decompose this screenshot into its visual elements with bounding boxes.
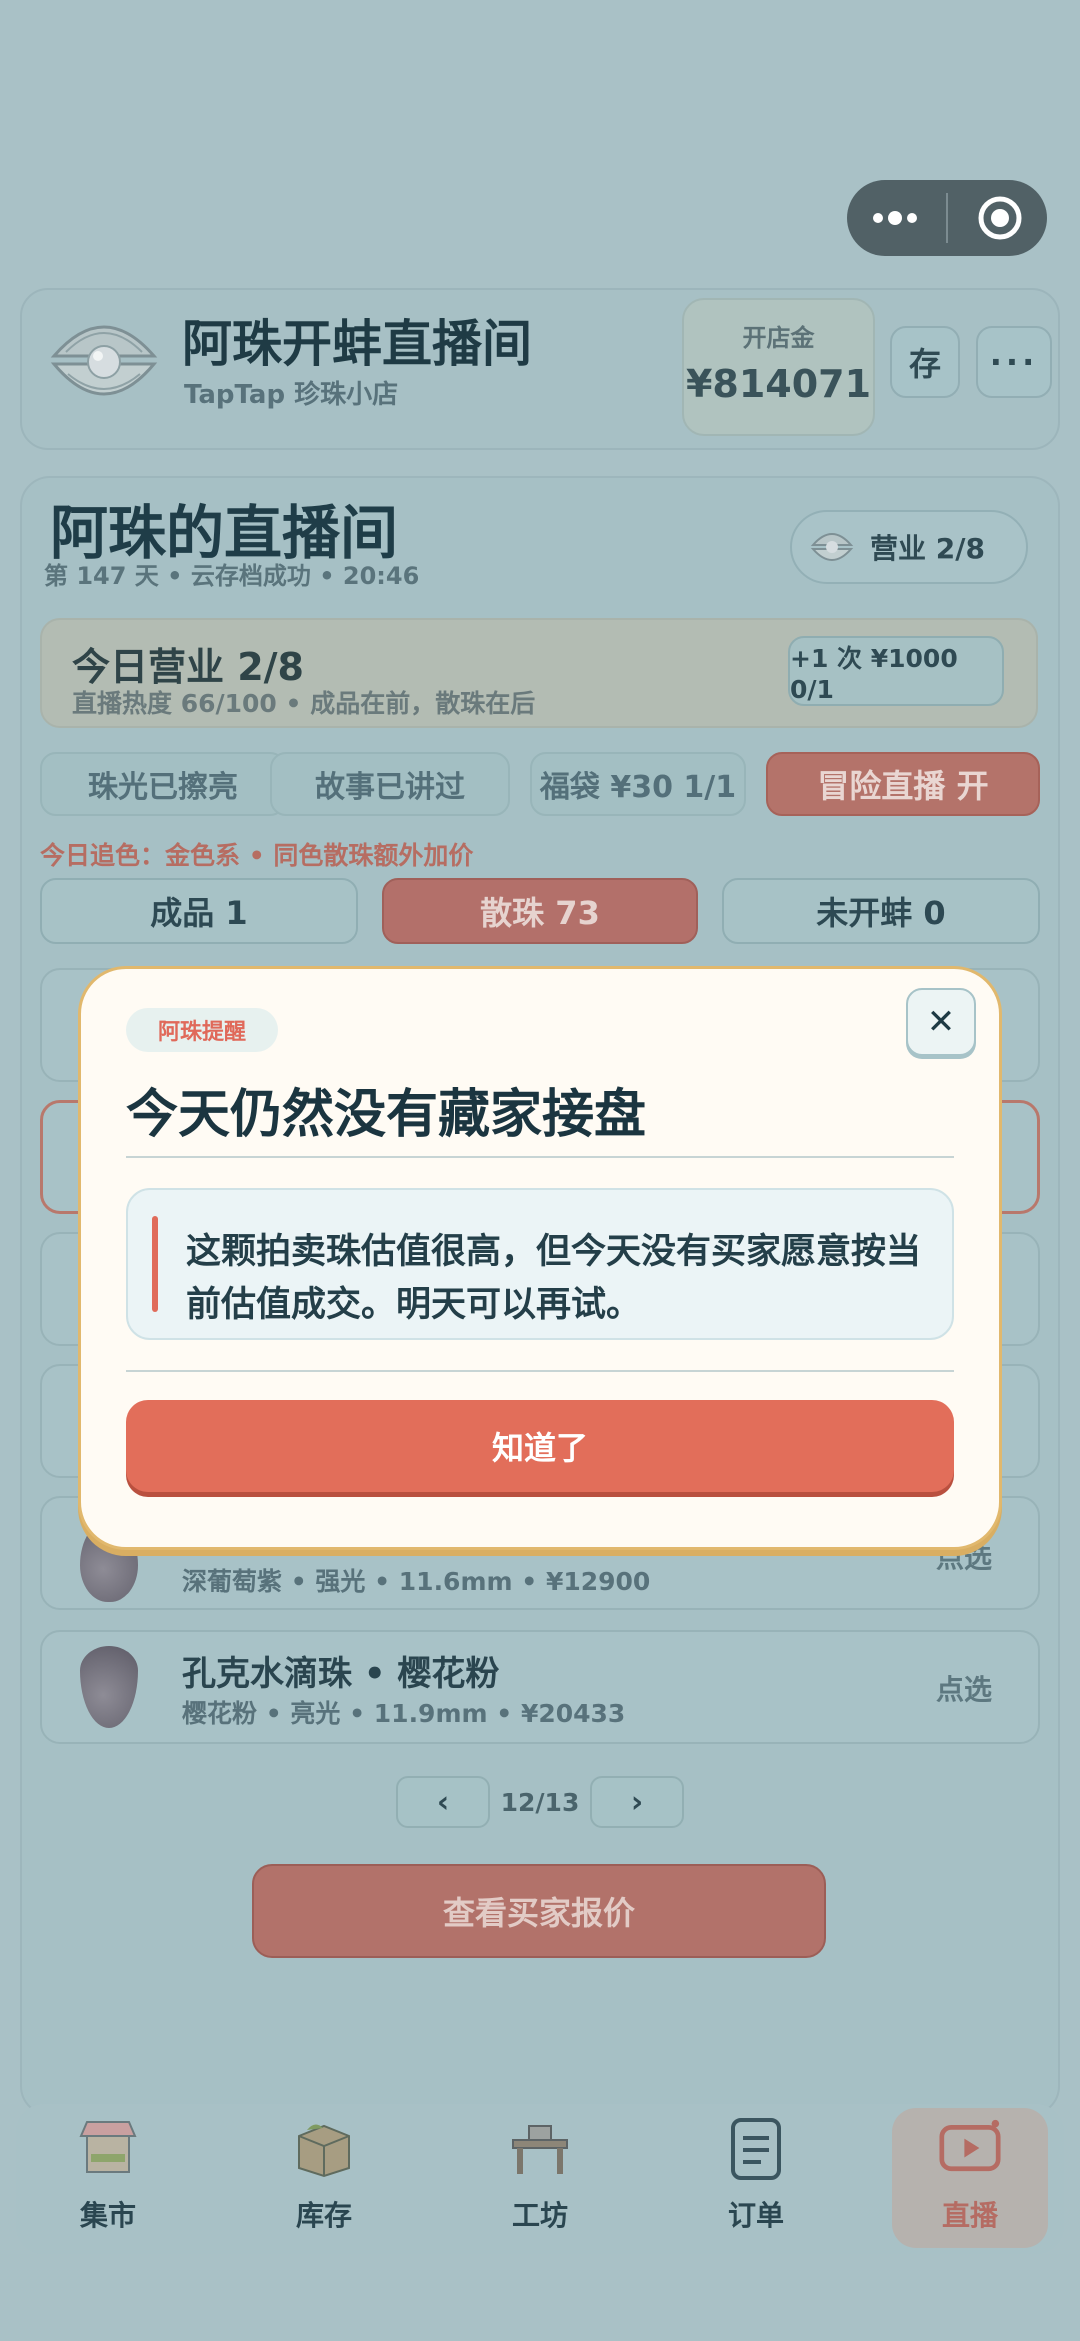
- item-meta: 樱花粉 • 亮光 • 11.9mm • ¥20433: [182, 1699, 626, 1728]
- capsule-divider: [946, 193, 948, 243]
- room-meta: 第 147 天 • 云存档成功 • 20:46: [44, 562, 420, 590]
- divider: [126, 1370, 954, 1372]
- extra-session-button[interactable]: +1 次 ¥1000 0/1: [788, 636, 1004, 706]
- dialog-message: 这颗拍卖珠估值很高，但今天没有买家愿意按当前估值成交。明天可以再试。: [186, 1232, 922, 1325]
- today-title: 今日营业 2/8: [72, 645, 304, 689]
- save-button[interactable]: 存: [890, 326, 960, 398]
- nav-live[interactable]: 直播: [910, 2108, 1030, 2248]
- ok-button[interactable]: 知道了: [126, 1400, 954, 1492]
- dialog-title: 今天仍然没有藏家接盘: [126, 1085, 647, 1145]
- lucky-bag-button[interactable]: 福袋 ¥30 1/1: [530, 752, 746, 816]
- app-subtitle: TapTap 珍珠小店: [184, 380, 399, 410]
- business-badge[interactable]: 营业 2/8: [790, 510, 1028, 584]
- nav-inventory[interactable]: 库存: [264, 2108, 384, 2248]
- app-title: 阿珠开蚌直播间: [182, 315, 532, 373]
- message-accent-bar: [152, 1216, 158, 1312]
- nav-live-label: 直播: [941, 2199, 998, 2232]
- item-select[interactable]: 点选: [936, 1668, 992, 1708]
- market-stall-icon: [77, 2118, 139, 2180]
- list-item[interactable]: 孔克水滴珠 • 樱花粉 樱花粉 • 亮光 • 11.9mm • ¥20433 点…: [40, 1630, 1040, 1744]
- close-icon[interactable]: ✕: [906, 988, 976, 1056]
- more-menu-icon[interactable]: [847, 210, 942, 226]
- clam-small-icon: [810, 533, 854, 561]
- workbench-icon: [509, 2118, 571, 2180]
- nav-market[interactable]: 集市: [48, 2108, 168, 2248]
- item-meta: 深葡萄紫 • 强光 • 11.6mm • ¥12900: [182, 1567, 651, 1596]
- nav-orders[interactable]: 订单: [696, 2108, 816, 2248]
- nav-orders-label: 订单: [727, 2199, 784, 2232]
- document-icon: [725, 2118, 787, 2180]
- nav-workshop[interactable]: 工坊: [480, 2108, 600, 2248]
- nav-workshop-label: 工坊: [511, 2199, 568, 2232]
- tab-finished[interactable]: 成品 1: [40, 878, 358, 944]
- fund-label: 开店金: [742, 324, 815, 352]
- more-button[interactable]: ···: [976, 326, 1052, 398]
- prev-page-button[interactable]: ‹: [396, 1776, 490, 1828]
- close-miniprogram-icon[interactable]: [952, 195, 1047, 241]
- adventure-live-button[interactable]: 冒险直播 开: [766, 752, 1040, 816]
- page-indicator: 12/13: [500, 1788, 580, 1817]
- fund-card: 开店金 ¥814071: [682, 298, 875, 436]
- item-name: 孔克水滴珠 • 樱花粉: [182, 1654, 500, 1694]
- crate-icon: [293, 2118, 355, 2180]
- tab-loose-pearls[interactable]: 散珠 73: [382, 878, 698, 944]
- polish-button[interactable]: 珠光已擦亮: [40, 752, 286, 816]
- story-button[interactable]: 故事已讲过: [270, 752, 510, 816]
- nav-inventory-label: 库存: [295, 2199, 352, 2232]
- next-page-button[interactable]: ›: [590, 1776, 684, 1828]
- fund-value: ¥814071: [685, 362, 872, 406]
- business-badge-label: 营业 2/8: [870, 532, 985, 565]
- teardrop-pearl-icon: [80, 1646, 138, 1728]
- dialog-tag: 阿珠提醒: [126, 1008, 279, 1052]
- view-offers-button[interactable]: 查看买家报价: [252, 1864, 826, 1958]
- play-video-icon: [939, 2118, 1001, 2180]
- clam-logo-icon: [46, 304, 162, 416]
- tab-unopened[interactable]: 未开蚌 0: [722, 878, 1040, 944]
- nav-market-label: 集市: [79, 2199, 136, 2232]
- chase-color-note: 今日追色：金色系 • 同色散珠额外加价: [40, 841, 474, 870]
- miniprogram-capsule: [847, 180, 1047, 256]
- divider: [126, 1156, 954, 1158]
- today-subtitle: 直播热度 66/100 • 成品在前，散珠在后: [72, 689, 536, 718]
